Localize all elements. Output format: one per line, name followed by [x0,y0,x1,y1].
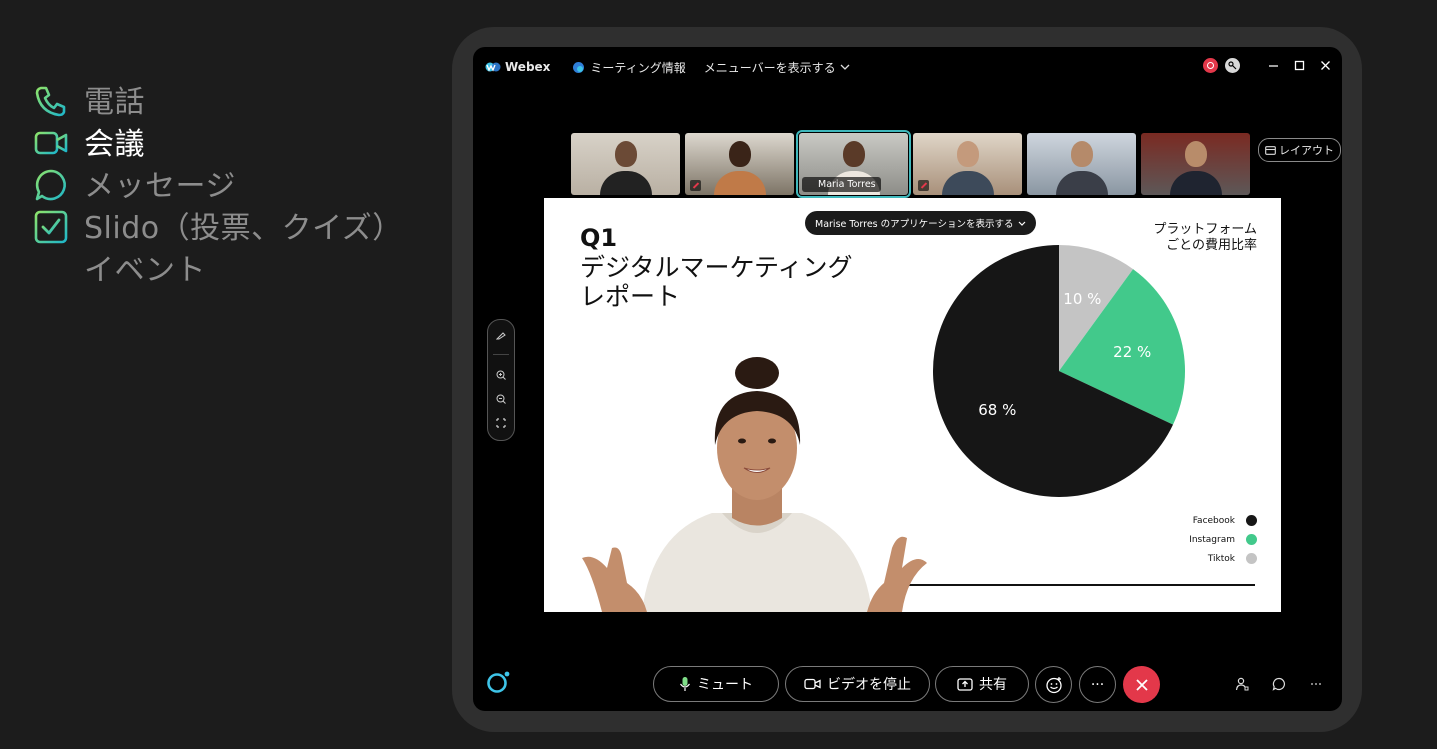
reactions-button[interactable] [1035,666,1072,703]
feature-meetings: 会議 [32,124,403,166]
feature-slido: Slido（投票、クイズ） イベント [32,208,403,298]
legend-item-instagram: Instagram [1189,530,1257,549]
mute-button[interactable]: ミュート [653,666,779,702]
presenter-video [582,357,927,612]
more-icon[interactable] [1308,676,1324,692]
participants-icon[interactable] [1234,676,1250,692]
annotate-icon[interactable] [496,330,506,340]
lock-icon[interactable] [1225,58,1240,73]
participant-tile-active[interactable]: Maria Torres [796,130,911,198]
webex-logo: Webex [485,60,550,74]
video-icon [32,124,70,162]
app-name: Webex [505,60,551,74]
share-screen-icon [957,677,973,691]
participant-tile[interactable] [1141,133,1250,195]
legend-item-tiktok: Tiktok [1189,549,1257,568]
feature-messaging: メッセージ [32,166,403,208]
meeting-controls: ミュート ビデオを停止 共有 ··· [473,651,1342,711]
show-menubar-label: メニューバーを表示する [703,60,836,75]
ai-assistant-icon[interactable] [485,669,511,695]
pie-chart: 10 % 22 % 68 % [933,245,1185,497]
feature-slido-line1: Slido（投票、クイズ） [84,211,403,246]
recording-icon[interactable] [1203,58,1218,73]
layout-label: レイアウト [1279,144,1334,157]
feature-phone: 電話 [32,82,403,124]
shared-content[interactable]: Marise Torres のアプリケーションを表示する Q1 デジタルマーケテ… [544,198,1281,612]
webex-logo-icon [485,62,501,72]
feature-list: 電話 会議 メッセージ Slido（投票、クイズ） イベント [32,82,403,298]
feature-slido-line2: イベント [84,253,206,288]
participant-tile[interactable] [571,133,680,195]
more-label: ··· [1090,676,1105,693]
emoji-icon [1045,676,1062,693]
feature-slido-label: Slido（投票、クイズ） イベント [84,208,403,292]
leave-meeting-button[interactable] [1123,666,1160,703]
legend-swatch [1246,553,1257,564]
legend-swatch [1246,515,1257,526]
chart-legend: Facebook Instagram Tiktok [1189,511,1257,568]
slide-quarter: Q1 [580,224,618,252]
zoom-in-icon[interactable] [496,370,506,380]
chevron-down-icon [840,64,850,70]
legend-item-facebook: Facebook [1189,511,1257,530]
chat-icon[interactable] [1271,676,1287,692]
chart-title-line1: プラットフォーム [1153,222,1257,237]
chevron-down-icon [1019,221,1026,226]
meeting-info-button[interactable]: ミーティング情報 [572,59,686,76]
slide-title: デジタルマーケティング レポート [580,253,853,311]
shared-app-dropdown[interactable]: Marise Torres のアプリケーションを表示する [805,211,1037,235]
message-icon [32,166,70,204]
participant-tile[interactable] [913,133,1022,195]
muted-icon [918,180,929,191]
fit-screen-icon[interactable] [496,418,506,428]
pie-label-facebook: 68 % [978,401,1016,419]
shared-app-label: Marise Torres のアプリケーションを表示する [815,219,1014,230]
participant-tile[interactable] [685,133,794,195]
close-icon [1135,678,1148,691]
title-bar: Webex ミーティング情報 メニューバーを表示する [473,47,1342,87]
feature-messaging-label: メッセージ [84,169,236,204]
phone-icon [32,82,70,120]
meeting-info-label: ミーティング情報 [590,60,686,75]
window-controls [1203,58,1332,73]
pie-label-tiktok: 10 % [1063,290,1101,308]
minimize-icon[interactable] [1266,59,1280,73]
participant-tile[interactable] [1027,133,1136,195]
microphone-icon [680,677,690,691]
share-label: 共有 [979,677,1007,693]
stop-video-label: ビデオを停止 [827,677,911,693]
participant-strip: Maria Torres [571,130,1255,198]
meeting-info-icon [573,61,585,73]
participant-name: Maria Torres [802,177,881,192]
checkbox-icon [32,208,70,246]
legend-label: Facebook [1192,515,1235,526]
mute-label: ミュート [697,677,753,693]
slide-title-line1: デジタルマーケティング [580,253,853,282]
close-icon[interactable] [1318,59,1332,73]
muted-icon [690,180,701,191]
legend-label: Instagram [1189,534,1235,545]
feature-phone-label: 電話 [84,85,145,120]
layout-button[interactable]: レイアウト [1258,138,1341,162]
legend-label: Tiktok [1207,553,1235,564]
layout-icon [1265,145,1276,155]
slide-title-line2: レポート [580,282,681,311]
legend-swatch [1246,534,1257,545]
maximize-icon[interactable] [1292,59,1306,73]
key-icon [1228,61,1237,70]
show-menubar-button[interactable]: メニューバーを表示する [704,59,850,76]
pie-label-instagram: 22 % [1113,343,1151,361]
meeting-window: Webex ミーティング情報 メニューバーを表示する Maria Torres … [473,47,1342,711]
annotation-toolbar [487,319,515,441]
more-options-button[interactable]: ··· [1079,666,1116,703]
slide-divider [904,584,1255,586]
share-button[interactable]: 共有 [935,666,1029,702]
zoom-out-icon[interactable] [496,394,506,404]
camera-icon [804,678,821,690]
stop-video-button[interactable]: ビデオを停止 [785,666,930,702]
feature-meetings-label: 会議 [84,127,145,162]
